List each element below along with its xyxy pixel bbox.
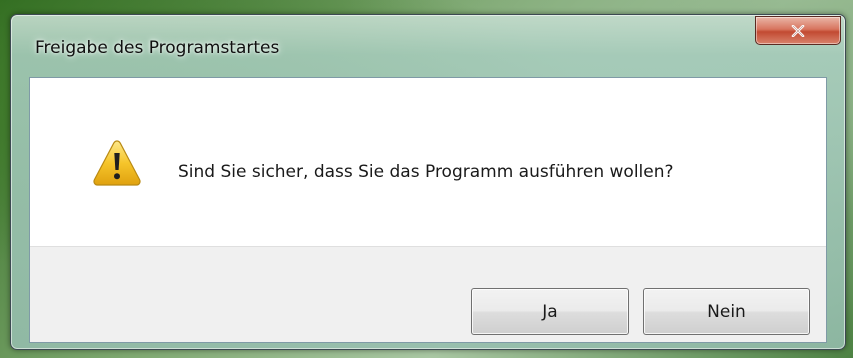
message-area: Sind Sie sicher, dass Sie das Programm a… [30, 78, 826, 246]
close-x-icon [791, 24, 805, 37]
dialog-client-area: Sind Sie sicher, dass Sie das Programm a… [29, 77, 827, 343]
dialog-window: Freigabe des Programstartes Sind Sie sic… [10, 14, 846, 350]
no-button[interactable]: Nein [643, 288, 810, 335]
title-bar[interactable]: Freigabe des Programstartes [11, 15, 845, 77]
close-button[interactable] [755, 16, 841, 45]
window-title: Freigabe des Programstartes [35, 38, 280, 58]
warning-icon [93, 140, 141, 186]
button-bar: Ja Nein [30, 246, 826, 342]
yes-button[interactable]: Ja [471, 288, 629, 335]
dialog-message: Sind Sie sicher, dass Sie das Programm a… [178, 162, 674, 182]
